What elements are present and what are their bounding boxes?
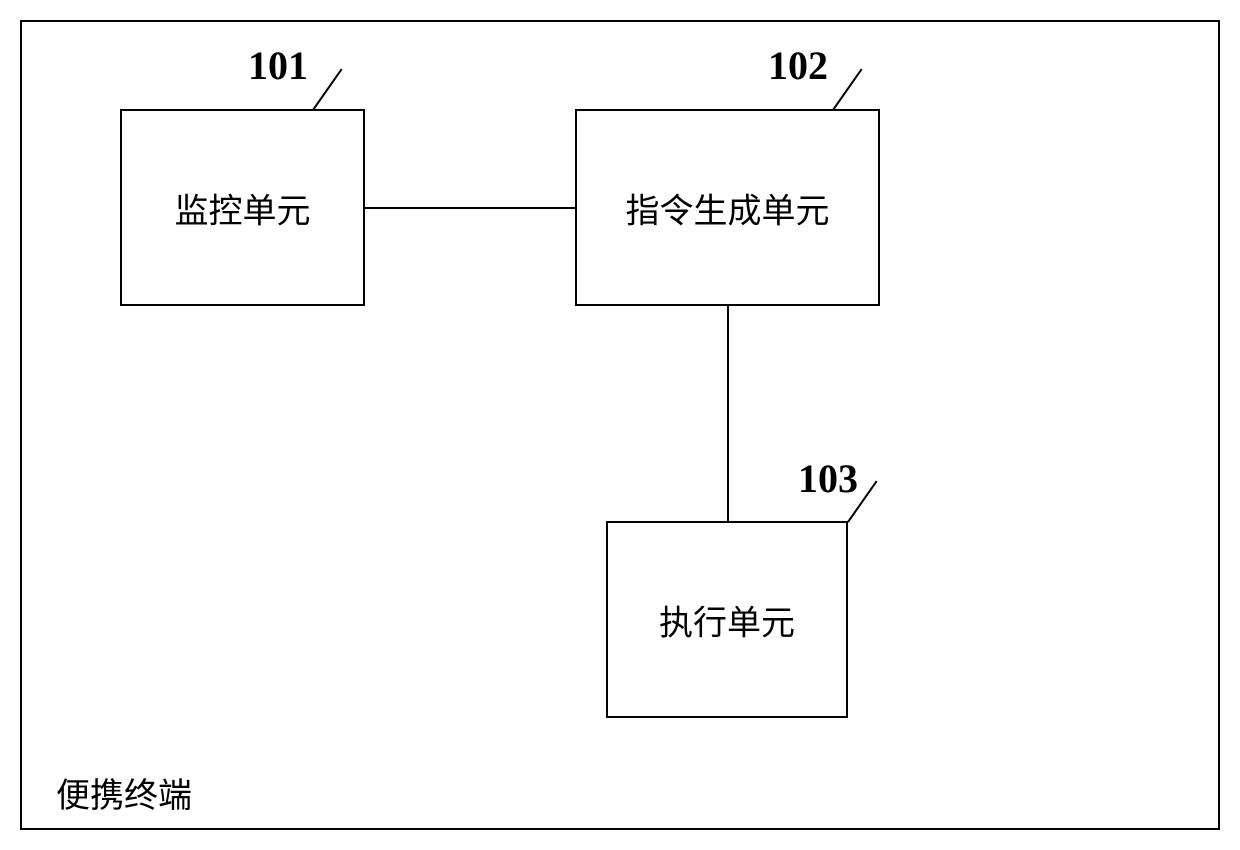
box-monitoring-unit-label: 监控单元 <box>175 183 311 232</box>
box-monitoring-unit: 监控单元 <box>120 109 365 306</box>
box-instruction-generation-unit: 指令生成单元 <box>575 109 880 306</box>
box-execution-unit: 执行单元 <box>606 521 848 718</box>
box-execution-unit-label: 执行单元 <box>659 595 795 644</box>
label-102: 102 <box>768 42 828 89</box>
container-caption: 便携终端 <box>56 768 192 817</box>
label-103: 103 <box>798 455 858 502</box>
connector-101-102 <box>365 207 575 209</box>
diagram-canvas: 监控单元 101 指令生成单元 102 执行单元 103 便携终端 <box>0 0 1240 850</box>
label-101: 101 <box>248 42 308 89</box>
connector-102-103 <box>727 306 729 521</box>
box-instruction-generation-unit-label: 指令生成单元 <box>626 183 830 232</box>
